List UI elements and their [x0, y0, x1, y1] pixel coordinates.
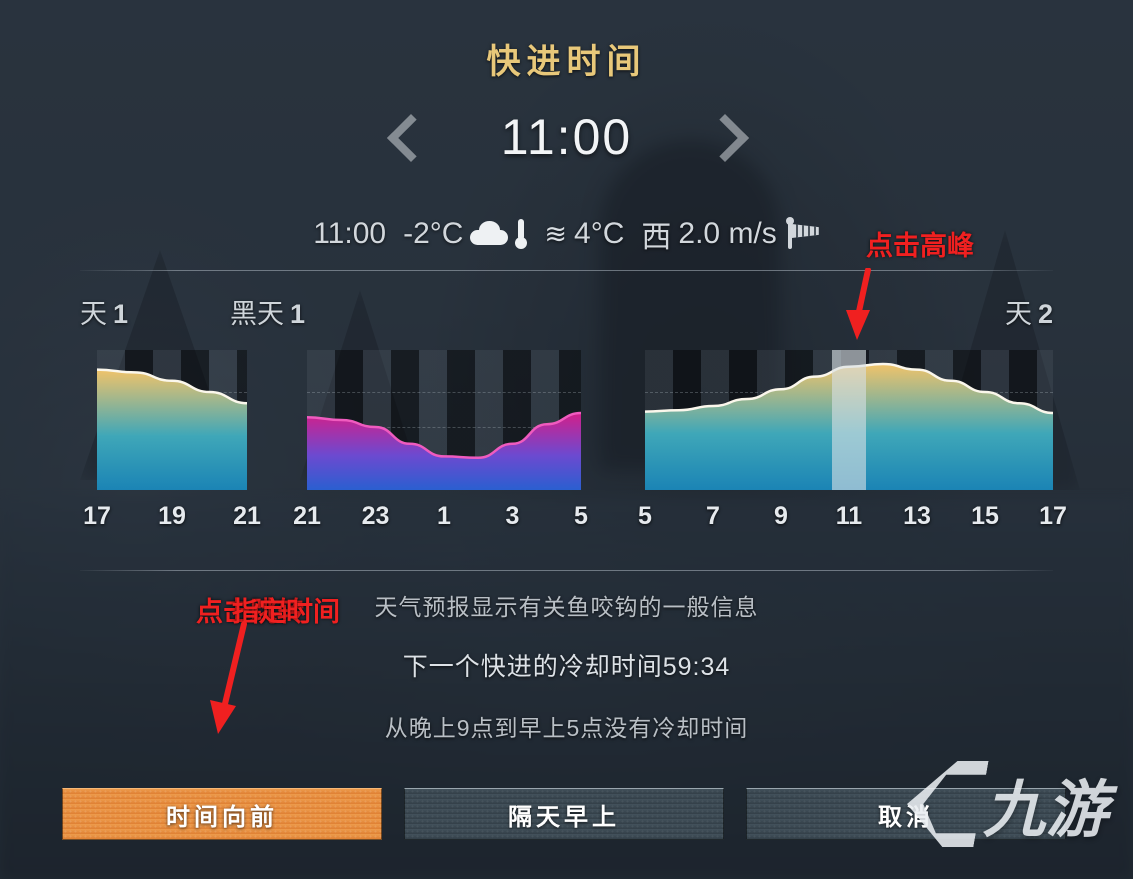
chart-section-label-number: 2 [1037, 299, 1053, 329]
chart-section-label: 天1 [80, 292, 128, 331]
chart-hour-tick: 9 [774, 502, 788, 530]
chart-hour-tick: 5 [574, 502, 588, 530]
chart-hour-tick: 23 [361, 502, 390, 530]
chart-section-label-number: 1 [113, 299, 129, 329]
chart-section-label: 天2 [1005, 292, 1053, 331]
chart-section-label-text: 黑天 [230, 299, 284, 329]
cancel-button[interactable]: 取消 [746, 788, 1066, 840]
chart-section-plot[interactable] [307, 350, 581, 490]
dialog-title: 快进时间 [486, 43, 647, 81]
chart-hour-tick: 17 [1039, 502, 1067, 530]
chart-hour-tick: 7 [706, 502, 720, 530]
bite-forecast-chart[interactable]: 天 1 黑天 1 天 2 17 19 21 21 23 1 3 5 5 7 9 11 13 15 17 [80, 280, 1067, 550]
info-block: 天气预报显示有关鱼咬钩的一般信息 下一个快进的冷却时间59:34 从晚上9点到早… [0, 588, 1133, 743]
chart-hour-tick: 17 [83, 502, 111, 530]
water-temperature-group: ≋ 4°C [544, 217, 624, 251]
divider-top [80, 270, 1053, 271]
water-temperature-value: 4°C [574, 217, 625, 250]
air-temperature-group: -2°C [403, 217, 528, 251]
chart-area-curve [97, 368, 247, 490]
chart-hour-tick: 5 [638, 502, 652, 530]
chart-hour-tick: 11 [835, 502, 863, 530]
chevron-left-icon[interactable] [388, 109, 428, 165]
cloud-icon [470, 221, 509, 245]
annotation-click-jump-line-b: 指定时间 [232, 597, 340, 627]
chart-section-label-text: 天 [80, 299, 107, 329]
divider-bottom [80, 570, 1053, 571]
air-temperature-value: -2°C [403, 217, 464, 250]
chart-area-curve [307, 411, 581, 490]
wind-group: 西 2.0 m/s [641, 212, 819, 256]
chart-section-label: 黑天 1 [230, 292, 305, 331]
chart-hour-ticks: 17 19 21 21 23 1 3 5 5 7 9 11 13 15 17 [80, 502, 1067, 536]
selected-time-value: 11:00 [500, 109, 633, 165]
no-cooldown-window-text: 从晚上9点到早上5点没有冷却时间 [384, 715, 749, 741]
chart-section-plot[interactable] [97, 350, 247, 490]
water-waves-icon: ≋ [544, 218, 568, 249]
forecast-description: 天气预报显示有关鱼咬钩的一般信息 [374, 594, 759, 620]
cooldown-text: 下一个快进的冷却时间59:34 [402, 653, 731, 681]
wind-speed-value: 2.0 m/s [678, 217, 777, 250]
advance-time-button[interactable]: 时间向前 [62, 788, 382, 840]
chart-area-curve [645, 362, 1053, 490]
chart-hour-tick: 19 [158, 502, 186, 530]
annotation-click-peak: 点击高峰 [866, 231, 974, 261]
wind-direction-value: 西 [641, 221, 672, 254]
thermometer-icon [515, 219, 528, 249]
time-selector-row: 11:00 [0, 108, 1133, 166]
annotation-click-jump-group: 点击跳转 指定时间 [196, 590, 426, 627]
windsock-icon [785, 217, 820, 251]
chart-section-label-text: 天 [1004, 299, 1032, 329]
fast-forward-time-dialog: 快进时间 11:00 11:00 -2°C ≋ 4°C 西 2.0 m/s 天1… [0, 0, 1133, 879]
chart-hour-tick: 21 [293, 502, 321, 530]
chart-hour-tick: 15 [971, 502, 999, 530]
chart-hour-tick: 13 [903, 502, 931, 530]
chart-section-label-number: 1 [290, 299, 306, 329]
chevron-right-icon[interactable] [706, 109, 746, 165]
chart-section-plot[interactable] [645, 350, 1053, 490]
weather-time: 11:00 [313, 217, 387, 250]
chart-hour-tick: 3 [505, 502, 520, 530]
next-morning-button[interactable]: 隔天早上 [404, 788, 724, 840]
chart-hour-tick: 1 [437, 502, 451, 530]
chart-hour-tick: 21 [233, 502, 261, 530]
dialog-button-row: 时间向前 隔天早上 取消 [62, 788, 1066, 840]
